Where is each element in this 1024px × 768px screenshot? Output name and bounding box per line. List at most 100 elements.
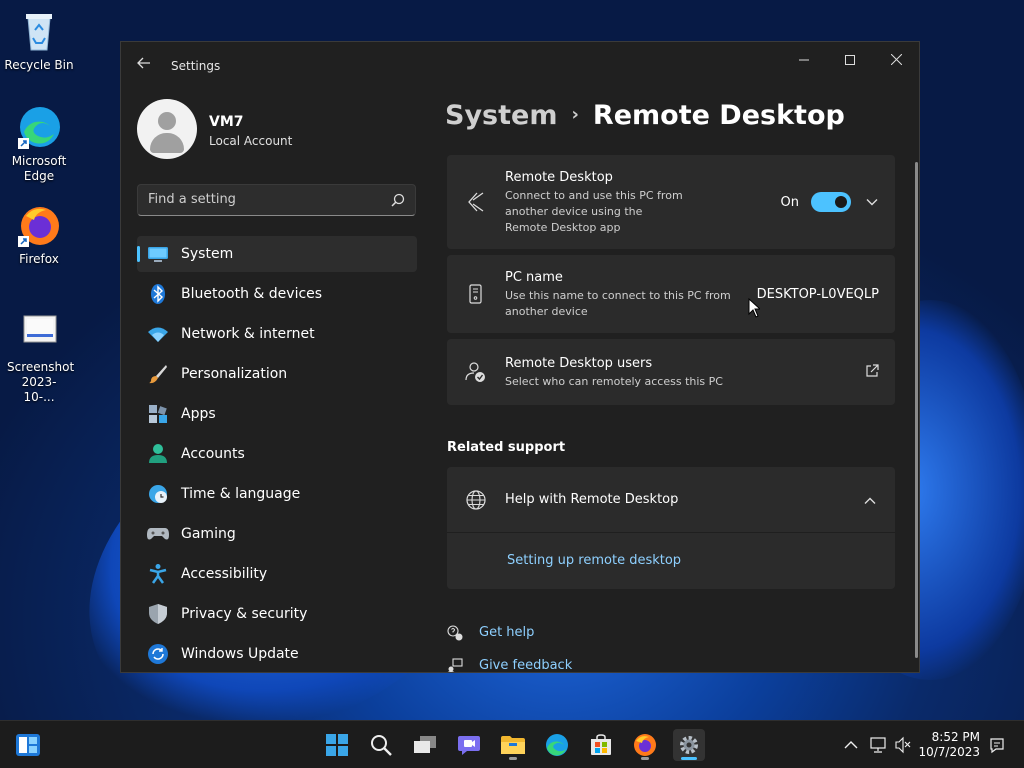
desktop-icon-label: Screenshot 2023-10-... [7, 360, 75, 404]
mouse-pointer-icon [748, 298, 760, 318]
wifi-icon [147, 323, 169, 345]
sidebar-item-network[interactable]: Network & internet [137, 316, 417, 352]
user-check-icon [465, 362, 485, 382]
breadcrumb-parent-link[interactable]: System [445, 100, 557, 131]
sidebar-nav: System Bluetooth & devices Network & int… [137, 236, 417, 672]
update-icon [147, 643, 169, 665]
account-type: Local Account [209, 134, 293, 148]
edge-icon [16, 104, 62, 150]
desktop-icon-label: Recycle Bin [4, 58, 74, 72]
search-button[interactable] [365, 729, 397, 761]
sidebar-item-gaming[interactable]: Gaming [137, 516, 417, 552]
edge-taskbar-button[interactable] [541, 729, 573, 761]
desktop-icon-label: Microsoft Edge [11, 154, 67, 183]
get-help-link[interactable]: Get help [479, 625, 534, 640]
chevron-down-icon[interactable] [865, 195, 879, 209]
search-icon [391, 193, 405, 207]
desktop-icon-screenshot[interactable]: Screenshot 2023-10-... [4, 310, 74, 405]
store-icon [591, 734, 611, 755]
task-view-icon [414, 736, 436, 753]
minimize-button[interactable] [781, 46, 827, 76]
sidebar-item-label: Gaming [181, 526, 236, 542]
sidebar-item-label: Accounts [181, 446, 245, 462]
remote-desktop-card[interactable]: Remote Desktop Connect to and use this P… [447, 155, 895, 249]
pc-name-description: Use this name to connect to this PC from… [505, 289, 731, 318]
remote-desktop-description: Connect to and use this PC from another … [505, 189, 683, 234]
desktop-icon-firefox[interactable]: Firefox [4, 202, 74, 267]
gamepad-icon [147, 523, 169, 545]
feedback-icon [447, 658, 463, 672]
chevron-right-icon: › [571, 104, 579, 125]
maximize-icon [845, 55, 855, 65]
close-button[interactable] [873, 46, 919, 76]
start-button[interactable] [321, 729, 353, 761]
window-title: Settings [171, 59, 221, 73]
sidebar-item-label: Accessibility [181, 566, 268, 582]
chat-button[interactable] [453, 729, 485, 761]
sidebar-item-privacy[interactable]: Privacy & security [137, 596, 417, 632]
shield-icon [147, 603, 169, 625]
desktop-icon-edge[interactable]: Microsoft Edge [4, 104, 74, 184]
page-title: Remote Desktop [592, 100, 845, 131]
users-description: Select who can remotely access this PC [505, 375, 723, 388]
edge-icon [546, 734, 568, 756]
file-explorer-button[interactable] [497, 729, 529, 761]
sidebar-item-time-language[interactable]: Time & language [137, 476, 417, 512]
sidebar-item-system[interactable]: System [137, 236, 417, 272]
sidebar-item-label: Personalization [181, 366, 288, 382]
firefox-taskbar-button[interactable] [629, 729, 661, 761]
firefox-icon [16, 202, 62, 248]
arrow-left-icon [137, 57, 150, 69]
remote-desktop-toggle[interactable] [811, 192, 851, 212]
help-header[interactable]: Help with Remote Desktop [447, 467, 895, 533]
store-button[interactable] [585, 729, 617, 761]
firefox-icon [634, 734, 656, 756]
sidebar-item-windows-update[interactable]: Windows Update [137, 636, 417, 672]
desktop-icon-recycle-bin[interactable]: Recycle Bin [4, 8, 74, 73]
search-icon [371, 735, 392, 756]
setting-up-remote-desktop-link[interactable]: Setting up remote desktop [507, 553, 681, 568]
sidebar-item-bluetooth[interactable]: Bluetooth & devices [137, 276, 417, 312]
title-bar: Settings [121, 42, 919, 90]
accounts-icon [147, 443, 169, 465]
volume-muted-icon[interactable] [894, 736, 912, 754]
search-box[interactable] [137, 184, 416, 216]
apps-icon [147, 403, 169, 425]
person-icon [158, 112, 176, 130]
avatar [137, 99, 197, 159]
sidebar-item-personalization[interactable]: Personalization [137, 356, 417, 392]
desktop-icon-label: Firefox [19, 252, 59, 266]
remote-desktop-users-card[interactable]: Remote Desktop users Select who can remo… [447, 339, 895, 405]
widgets-button[interactable] [12, 729, 44, 761]
close-icon [890, 53, 902, 66]
clock-globe-icon [147, 483, 169, 505]
sidebar-item-label: Apps [181, 406, 216, 422]
windows-logo-icon [326, 734, 348, 756]
clock[interactable]: 8:52 PM 10/7/2023 [918, 730, 980, 760]
pc-name-title: PC name [505, 270, 563, 285]
sidebar-item-label: Privacy & security [181, 606, 308, 622]
notifications-icon[interactable] [988, 736, 1006, 754]
widgets-icon [16, 734, 40, 756]
sidebar-item-accessibility[interactable]: Accessibility [137, 556, 417, 592]
chevron-up-icon[interactable] [842, 736, 860, 754]
network-icon[interactable] [870, 736, 888, 754]
external-link-icon [866, 364, 879, 377]
give-feedback-link[interactable]: Give feedback [479, 658, 572, 672]
scrollbar[interactable] [915, 162, 918, 658]
user-profile[interactable]: VM7 Local Account [137, 99, 292, 159]
folder-icon [501, 736, 525, 754]
search-input[interactable] [148, 192, 378, 207]
help-title: Help with Remote Desktop [505, 492, 679, 507]
sidebar-item-accounts[interactable]: Accounts [137, 436, 417, 472]
sidebar-item-label: System [181, 246, 234, 262]
sidebar-item-apps[interactable]: Apps [137, 396, 417, 432]
remote-desktop-toggle-group: On [781, 192, 879, 212]
settings-taskbar-button[interactable] [673, 729, 705, 761]
back-button[interactable] [133, 54, 155, 76]
bluetooth-icon [147, 283, 169, 305]
sidebar-item-label: Network & internet [181, 326, 315, 342]
sidebar-item-label: Windows Update [181, 646, 299, 662]
task-view-button[interactable] [409, 729, 441, 761]
maximize-button[interactable] [827, 46, 873, 76]
